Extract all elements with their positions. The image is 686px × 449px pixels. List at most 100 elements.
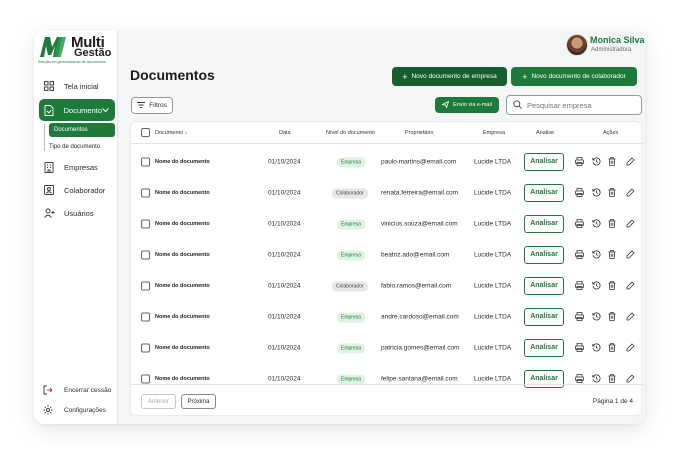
edit-icon[interactable] xyxy=(625,281,635,291)
search-box[interactable] xyxy=(506,95,642,115)
document-name[interactable]: Nome do documento xyxy=(155,314,210,320)
filters-button[interactable]: Filtros xyxy=(131,97,173,114)
sidebar-item-usuarios[interactable]: Usuários xyxy=(39,203,115,223)
history-icon[interactable] xyxy=(591,281,601,291)
print-icon[interactable] xyxy=(574,312,584,322)
sidebar-item-colaborador[interactable]: Colaborador xyxy=(39,180,115,200)
analyze-button[interactable]: Analisar xyxy=(524,183,564,202)
analyze-button[interactable]: Analisar xyxy=(524,338,564,357)
new-collaborator-document-label: Novo documento de colaborador xyxy=(531,73,626,80)
document-name[interactable]: Nome do documento xyxy=(155,345,210,351)
id-card-icon xyxy=(43,184,55,196)
document-name[interactable]: Nome do documento xyxy=(155,190,210,196)
analyze-button[interactable]: Analisar xyxy=(524,214,564,233)
edit-icon[interactable] xyxy=(625,219,635,229)
history-icon[interactable] xyxy=(591,157,601,167)
document-name[interactable]: Nome do documento xyxy=(155,376,210,382)
row-checkbox[interactable] xyxy=(141,219,150,228)
owner-email: renata.ferreira@email.com xyxy=(381,189,459,196)
table-header: Documento ↓ Data Nível do documento Prop… xyxy=(131,122,643,144)
search-input[interactable] xyxy=(527,100,637,110)
settings-label: Configurações xyxy=(64,406,106,414)
send-email-button[interactable]: Envio via e-mail xyxy=(435,97,499,113)
sidebar-subitem-tipo-de-documento[interactable]: Tipo de documento xyxy=(49,144,100,150)
owner-email: paulo.martins@email.com xyxy=(381,158,457,165)
trash-icon[interactable] xyxy=(607,281,617,291)
print-icon[interactable] xyxy=(574,250,584,260)
edit-icon[interactable] xyxy=(625,374,635,384)
row-checkbox[interactable] xyxy=(141,343,150,352)
document-name[interactable]: Nome do documento xyxy=(155,159,210,165)
sidebar-item-documento[interactable]: Documento xyxy=(39,99,115,121)
gear-icon xyxy=(43,405,54,415)
trash-icon[interactable] xyxy=(607,343,617,353)
print-icon[interactable] xyxy=(574,374,584,384)
document-date: 01/10/2024 xyxy=(268,313,301,320)
subnav-divider xyxy=(44,124,45,151)
settings-button[interactable]: Configurações xyxy=(43,405,106,415)
row-checkbox[interactable] xyxy=(141,374,150,383)
history-icon[interactable] xyxy=(591,312,601,322)
sidebar-subitem-documentos[interactable]: Documentos xyxy=(49,123,115,137)
trash-icon[interactable] xyxy=(607,219,617,229)
trash-icon[interactable] xyxy=(607,312,617,322)
print-icon[interactable] xyxy=(574,157,584,167)
next-page-button[interactable]: Próxima xyxy=(181,394,216,409)
previous-page-button[interactable]: Anterior xyxy=(141,394,176,409)
row-checkbox[interactable] xyxy=(141,312,150,321)
sidebar-item-empresas[interactable]: Empresas xyxy=(39,157,115,177)
document-name[interactable]: Nome do documento xyxy=(155,252,210,258)
print-icon[interactable] xyxy=(574,188,584,198)
analyze-button[interactable]: Analisar xyxy=(524,307,564,326)
company-name: Lucide LTDA xyxy=(474,189,512,196)
owner-email: patricia.gomes@email.com xyxy=(381,344,460,351)
logo-tagline: Solução em gerenciamento de documentos xyxy=(38,60,106,64)
send-icon xyxy=(441,100,450,110)
analyze-button[interactable]: Analisar xyxy=(524,276,564,295)
user-role: Administradora xyxy=(591,47,632,53)
print-icon[interactable] xyxy=(574,343,584,353)
level-badge: Colaborador xyxy=(332,188,368,198)
edit-icon[interactable] xyxy=(625,312,635,322)
row-checkbox[interactable] xyxy=(141,157,150,166)
document-name[interactable]: Nome do documento xyxy=(155,283,210,289)
new-company-document-button[interactable]: + Novo documento de empresa xyxy=(392,67,507,86)
document-name[interactable]: Nome do documento xyxy=(155,221,210,227)
row-checkbox[interactable] xyxy=(141,188,150,197)
row-checkbox[interactable] xyxy=(141,250,150,259)
row-checkbox[interactable] xyxy=(141,281,150,290)
level-badge: Colaborador xyxy=(332,281,368,291)
header-document[interactable]: Documento ↓ xyxy=(155,130,187,136)
logout-button[interactable]: Encerrar cessão xyxy=(43,385,111,395)
sidebar-item-label: Tela inicial xyxy=(64,81,99,91)
table-row: Nome do documento 01/10/2024 Empresa and… xyxy=(131,301,643,332)
edit-icon[interactable] xyxy=(625,157,635,167)
select-all-checkbox[interactable] xyxy=(141,128,150,137)
trash-icon[interactable] xyxy=(607,250,617,260)
new-collaborator-document-button[interactable]: + Novo documento de colaborador xyxy=(511,67,637,86)
header-company: Empresa xyxy=(483,130,506,136)
print-icon[interactable] xyxy=(574,281,584,291)
print-icon[interactable] xyxy=(574,219,584,229)
avatar[interactable] xyxy=(566,34,588,56)
history-icon[interactable] xyxy=(591,343,601,353)
sidebar-item-tela-inicial[interactable]: Tela inicial xyxy=(39,76,115,96)
analyze-button[interactable]: Analisar xyxy=(524,245,564,264)
edit-icon[interactable] xyxy=(625,188,635,198)
document-date: 01/10/2024 xyxy=(268,189,301,196)
history-icon[interactable] xyxy=(591,374,601,384)
history-icon[interactable] xyxy=(591,250,601,260)
building-icon xyxy=(43,161,55,173)
analyze-button[interactable]: Analisar xyxy=(524,152,564,171)
trash-icon[interactable] xyxy=(607,188,617,198)
page-title: Documentos xyxy=(130,67,215,83)
trash-icon[interactable] xyxy=(607,374,617,384)
trash-icon[interactable] xyxy=(607,157,617,167)
plus-icon: + xyxy=(402,71,408,82)
history-icon[interactable] xyxy=(591,188,601,198)
edit-icon[interactable] xyxy=(625,343,635,353)
history-icon[interactable] xyxy=(591,219,601,229)
sidebar-item-label: Documento xyxy=(63,105,102,115)
table-row: Nome do documento 01/10/2024 Empresa pat… xyxy=(131,332,643,363)
edit-icon[interactable] xyxy=(625,250,635,260)
